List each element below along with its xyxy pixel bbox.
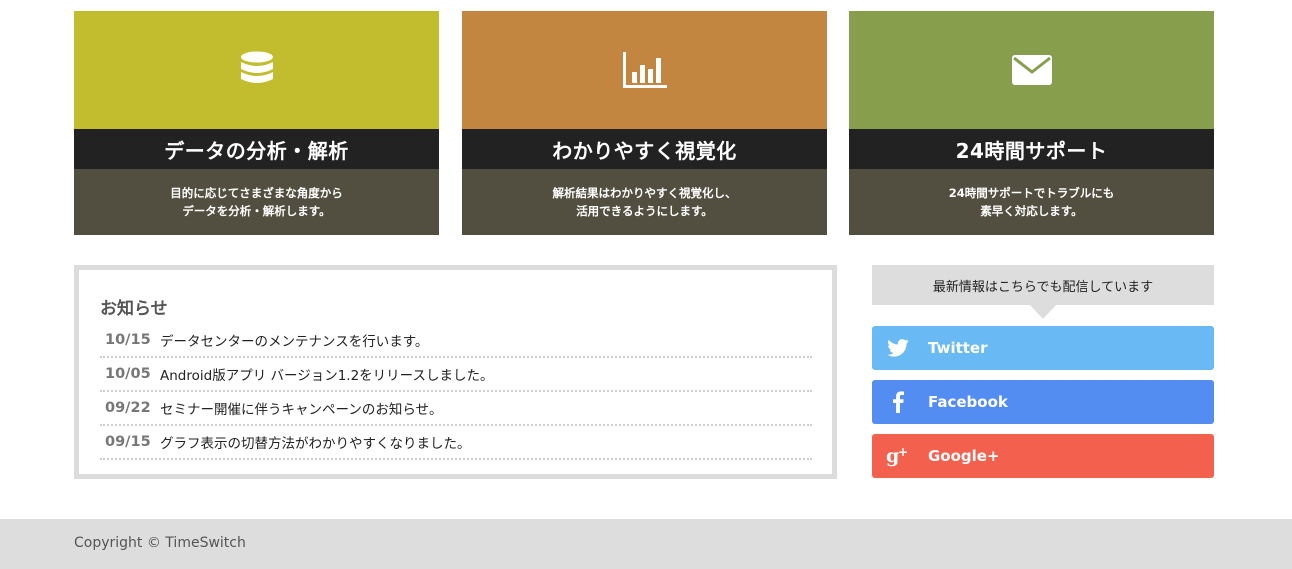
facebook-button[interactable]: Facebook <box>872 380 1214 424</box>
feature-card-title: 24時間サポート <box>849 129 1214 169</box>
news-text[interactable]: Android版アプリ バージョン1.2をリリースしました。 <box>160 364 494 384</box>
feature-card-title: データの分析・解析 <box>74 129 439 169</box>
feature-card-analysis: データの分析・解析 目的に応じてさまざまな角度から データを分析・解析します。 <box>74 11 439 235</box>
social-section: 最新情報はこちらでも配信しています Twitter Facebook g + G… <box>872 265 1214 478</box>
feature-desc-line: データを分析・解析します。 <box>182 204 331 218</box>
news-item[interactable]: 09/22 セミナー開催に伴うキャンペーンのお知らせ。 <box>100 392 812 426</box>
news-item[interactable]: 10/05 Android版アプリ バージョン1.2をリリースしました。 <box>100 358 812 392</box>
feature-card-icon-area <box>849 11 1214 129</box>
news-date: 09/22 <box>105 400 151 416</box>
feature-card-title: わかりやすく視覚化 <box>462 129 827 169</box>
news-item[interactable]: 09/15 グラフ表示の切替方法がわかりやすくなりました。 <box>100 426 812 460</box>
twitter-button[interactable]: Twitter <box>872 326 1214 370</box>
news-box: お知らせ 10/15 データセンターのメンテナンスを行います。 10/05 An… <box>74 265 837 479</box>
feature-card-icon-area <box>74 11 439 129</box>
envelope-icon <box>1011 55 1052 85</box>
news-item[interactable]: 10/15 データセンターのメンテナンスを行います。 <box>100 324 812 358</box>
news-date: 09/15 <box>105 434 151 450</box>
feature-desc-line: 目的に応じてさまざまな角度から <box>170 186 343 200</box>
twitter-icon <box>873 326 923 370</box>
news-date: 10/15 <box>105 332 151 348</box>
features-section: データの分析・解析 目的に応じてさまざまな角度から データを分析・解析します。 … <box>74 11 1214 235</box>
twitter-button-label: Twitter <box>928 339 988 357</box>
facebook-button-label: Facebook <box>928 393 1008 411</box>
database-icon <box>240 51 273 83</box>
news-list: 10/15 データセンターのメンテナンスを行います。 10/05 Android… <box>100 324 812 460</box>
feature-desc-line: 素早く対応します。 <box>980 204 1083 218</box>
feature-card-support: 24時間サポート 24時間サポートでトラブルにも 素早く対応します。 <box>849 11 1214 235</box>
news-date: 10/05 <box>105 366 151 382</box>
facebook-icon <box>873 380 923 424</box>
news-text[interactable]: データセンターのメンテナンスを行います。 <box>160 330 428 350</box>
feature-card-icon-area <box>462 11 827 129</box>
feature-card-description: 24時間サポートでトラブルにも 素早く対応します。 <box>849 169 1214 235</box>
copyright-text: Copyright © TimeSwitch <box>74 535 246 551</box>
feature-card-visualization: わかりやすく視覚化 解析結果はわかりやすく視覚化し、 活用できるようにします。 <box>462 11 827 235</box>
footer: Copyright © TimeSwitch <box>0 519 1292 569</box>
feature-desc-line: 24時間サポートでトラブルにも <box>948 186 1115 200</box>
bar-chart-icon <box>622 52 667 88</box>
social-heading: 最新情報はこちらでも配信しています <box>872 265 1214 319</box>
google-plus-icon: g + <box>873 434 923 478</box>
svg-text:+: + <box>898 445 908 459</box>
google-plus-button-label: Google+ <box>928 447 1000 465</box>
feature-card-description: 解析結果はわかりやすく視覚化し、 活用できるようにします。 <box>462 169 827 235</box>
news-text[interactable]: セミナー開催に伴うキャンペーンのお知らせ。 <box>160 398 443 418</box>
feature-desc-line: 活用できるようにします。 <box>576 204 713 218</box>
feature-card-description: 目的に応じてさまざまな角度から データを分析・解析します。 <box>74 169 439 235</box>
news-title: お知らせ <box>100 299 168 319</box>
feature-desc-line: 解析結果はわかりやすく視覚化し、 <box>552 186 737 200</box>
news-text[interactable]: グラフ表示の切替方法がわかりやすくなりました。 <box>160 432 471 452</box>
google-plus-button[interactable]: g + Google+ <box>872 434 1214 478</box>
